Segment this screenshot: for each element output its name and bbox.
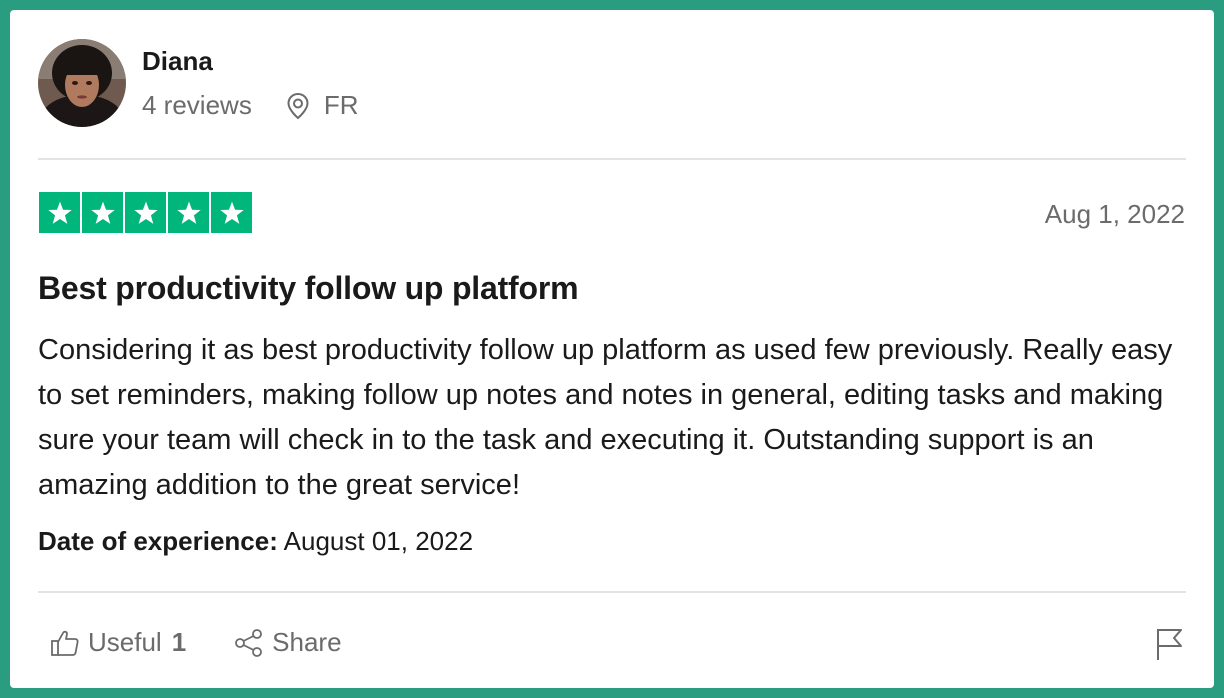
divider [38,158,1186,160]
star-icon [39,192,80,233]
location-pin-icon [287,92,309,119]
review-actions: Useful 1 Share [50,627,342,658]
star-icon [211,192,252,233]
review-date: Aug 1, 2022 [1044,199,1185,229]
review-title[interactable]: Best productivity follow up platform [38,270,579,307]
avatar[interactable] [38,39,126,127]
experience-label: Date of experience: [38,526,278,556]
reviewer-name[interactable]: Diana [142,46,213,77]
star-icon [125,192,166,233]
divider [38,591,1186,593]
date-of-experience: Date of experience: August 01, 2022 [38,526,473,557]
share-button[interactable]: Share [234,627,342,658]
reviews-count: 4 reviews [142,90,252,120]
country-code: FR [323,90,359,120]
star-icon [168,192,209,233]
share-icon [235,628,263,657]
useful-count: 1 [171,627,187,657]
star-rating [39,192,252,233]
share-label: Share [272,627,342,657]
reviewer-location: FR [286,90,359,121]
flag-icon [1157,629,1182,660]
review-card: Diana 4 reviews FR Aug 1, 2022 Best prod… [10,10,1214,688]
thumbs-up-icon [51,630,79,656]
star-icon [82,192,123,233]
reviewer-meta: 4 reviews FR [142,90,359,121]
report-button[interactable] [1154,627,1184,666]
useful-button[interactable]: Useful 1 [50,627,186,658]
experience-date: August 01, 2022 [283,526,474,556]
useful-label: Useful [88,627,162,657]
review-body: Considering it as best productivity foll… [38,334,1173,501]
